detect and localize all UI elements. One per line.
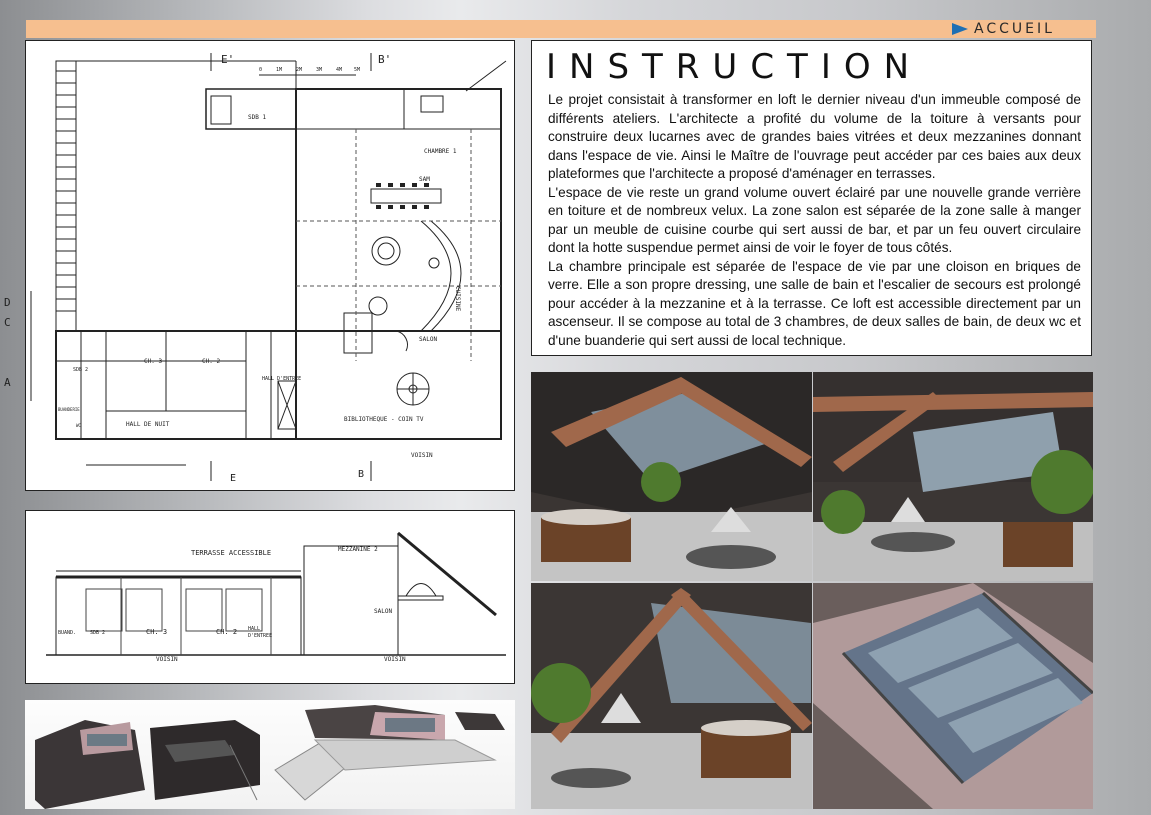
room-voisin: VOISIN	[411, 452, 433, 459]
sec-hall2: D'ENTREE	[248, 633, 272, 639]
exterior-render-panel	[25, 700, 515, 809]
room-wc: WC	[76, 423, 81, 428]
room-bibliotheque: BIBLIOTHEQUE - COIN TV	[344, 416, 424, 423]
marker-e-top: E'	[221, 53, 234, 66]
marker-c: C	[4, 316, 11, 329]
room-buanderie: BUANDERIE	[58, 407, 80, 412]
scale-5: 5M	[354, 67, 360, 73]
stair-hatch	[55, 60, 77, 332]
marker-a: A	[4, 376, 11, 389]
scale-4: 4M	[336, 67, 342, 73]
section-panel: TERRASSE ACCESSIBLE MEZZANINE 2 SALON BU…	[25, 510, 515, 684]
sec-ch3: CH. 3	[146, 628, 167, 636]
floor-plan-drawing: E' B' 0 1M 2M 3M 4M 5M SDB 1 CHAMBRE 1 S…	[30, 53, 507, 484]
arrow-right-icon	[952, 23, 968, 35]
sec-buand: BUAND.	[58, 630, 76, 636]
interior-render-3	[531, 583, 812, 809]
instruction-paragraph-2: L'espace de vie reste un grand volume ou…	[548, 184, 1081, 256]
interior-render-4	[813, 583, 1093, 809]
floor-plan-panel: E' B' 0 1M 2M 3M 4M 5M SDB 1 CHAMBRE 1 S…	[25, 40, 515, 491]
instruction-panel: INSTRUCTION Le projet consistait à trans…	[531, 40, 1092, 356]
exterior-render	[35, 705, 505, 809]
scale-1: 1M	[276, 67, 282, 73]
interior-render-2	[813, 372, 1093, 581]
sec-mezzanine: MEZZANINE 2	[338, 546, 378, 553]
sec-sdb2: SDB 2	[90, 630, 105, 636]
marker-b-bottom: B	[358, 469, 364, 480]
sec-voisin-left: VOISIN	[156, 656, 178, 663]
sec-terrasse: TERRASSE ACCESSIBLE	[191, 549, 271, 557]
sec-hall: HALL	[248, 626, 260, 632]
room-hall-entree: HALL D'ENTREE	[262, 376, 301, 382]
header-bar	[26, 20, 1096, 38]
room-salon: SALON	[419, 336, 437, 343]
room-hall-nuit: HALL DE NUIT	[126, 421, 170, 428]
accueil-label: ACCUEIL	[974, 21, 1055, 37]
room-sam: SAM	[419, 176, 430, 183]
marker-b-top: B'	[378, 53, 391, 66]
instruction-paragraph-1: Le projet consistait à transformer en lo…	[548, 92, 1081, 181]
scale-0: 0	[259, 67, 262, 73]
scale-3: 3M	[316, 67, 322, 73]
accueil-link[interactable]: ACCUEIL	[952, 20, 1055, 38]
section-markers: D C A	[4, 296, 11, 389]
instruction-title: INSTRUCTION	[546, 47, 923, 87]
sec-voisin-right: VOISIN	[384, 656, 406, 663]
scale-2: 2M	[296, 67, 302, 73]
marker-e-bottom: E	[230, 473, 236, 484]
sec-salon: SALON	[374, 608, 392, 615]
instruction-paragraph-3: La chambre principale est séparée de l'e…	[548, 258, 1081, 348]
interior-render-1	[531, 372, 812, 581]
room-chambre1: CHAMBRE 1	[424, 148, 457, 155]
room-ch2: CH. 2	[202, 358, 220, 365]
sec-ch2: CH. 2	[216, 628, 237, 636]
room-sdb2: SDB 2	[73, 367, 88, 373]
section-drawing: TERRASSE ACCESSIBLE MEZZANINE 2 SALON BU…	[46, 531, 506, 663]
room-cuisine: CUISINE	[454, 286, 461, 312]
room-ch3: CH. 3	[144, 358, 162, 365]
room-sdb1: SDB 1	[248, 114, 266, 121]
marker-d: D	[4, 296, 11, 309]
